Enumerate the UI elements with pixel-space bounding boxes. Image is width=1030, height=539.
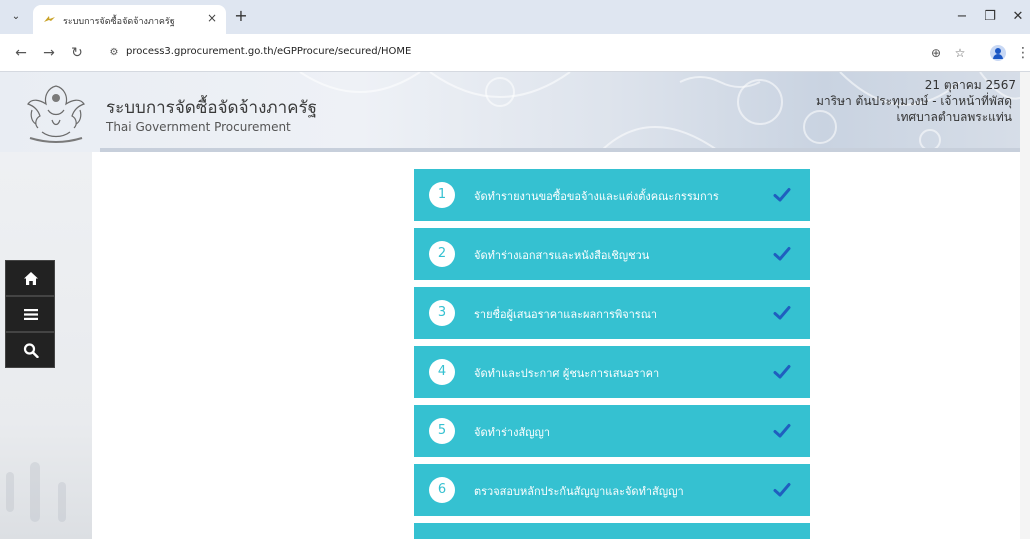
step-label: ตรวจสอบหลักประกันสัญญาและจัดทำสัญญา	[474, 485, 684, 498]
browser-toolbar: ← → ↻ ⚙ process3.gprocurement.go.th/eGPP…	[0, 34, 1030, 72]
step-number: 4	[429, 359, 455, 385]
garuda-favicon-icon	[44, 16, 55, 22]
step-label: จัดทำร่างสัญญา	[474, 426, 551, 439]
left-panel	[0, 152, 92, 539]
window-minimize-button[interactable]: −	[952, 8, 972, 26]
browser-menu-icon[interactable]: ⋮	[1016, 44, 1030, 62]
site-info-icon[interactable]: ⚙	[106, 45, 122, 61]
site-title: ระบบการจัดซื้อจัดจ้างภาครัฐ	[106, 98, 318, 118]
search-button[interactable]	[5, 332, 55, 368]
procurement-step-3[interactable]: 3 รายชื่อผู้เสนอราคาและผลการพิจารณา	[414, 287, 810, 339]
new-tab-button[interactable]: +	[233, 8, 249, 24]
check-icon	[773, 306, 791, 320]
check-icon	[773, 247, 791, 261]
url-text[interactable]: process3.gprocurement.go.th/eGPProcure/s…	[126, 46, 411, 57]
step-number: 6	[429, 477, 455, 503]
procurement-step-7-partial[interactable]	[414, 523, 810, 539]
step-number: 3	[429, 300, 455, 326]
step-label: จัดทำร่างเอกสารและหนังสือเชิญชวน	[474, 249, 650, 262]
profile-avatar-icon[interactable]	[990, 45, 1006, 61]
procurement-step-5[interactable]: 5 จัดทำร่างสัญญา	[414, 405, 810, 457]
procurement-step-6[interactable]: 6 ตรวจสอบหลักประกันสัญญาและจัดทำสัญญา	[414, 464, 810, 516]
page-scrollbar[interactable]	[1020, 72, 1030, 539]
bookmark-star-icon[interactable]: ☆	[952, 45, 968, 61]
main-content: 1 จัดทำรายงานขอซื้อขอจ้างและแต่งตั้งคณะก…	[92, 152, 1030, 539]
tab-title: ระบบการจัดซื้อจัดจ้างภาครัฐ	[63, 17, 175, 27]
browser-tabstrip: ⌄ ระบบการจัดซื้อจัดจ้างภาครัฐ × + − ❐ ✕	[0, 0, 1030, 34]
check-icon	[773, 188, 791, 202]
check-icon	[773, 365, 791, 379]
step-number: 2	[429, 241, 455, 267]
step-label: จัดทำรายงานขอซื้อขอจ้างและแต่งตั้งคณะกรร…	[474, 190, 719, 203]
menu-button[interactable]	[5, 296, 55, 332]
decorative-pattern	[6, 462, 66, 522]
procurement-step-1[interactable]: 1 จัดทำรายงานขอซื้อขอจ้างและแต่งตั้งคณะก…	[414, 169, 810, 221]
step-label: จัดทำและประกาศ ผู้ชนะการเสนอราคา	[474, 367, 660, 380]
tab-close-icon[interactable]: ×	[205, 11, 219, 25]
step-number: 1	[429, 182, 455, 208]
user-organization: เทศบาลตำบลพระแท่น	[896, 110, 1013, 124]
home-button[interactable]	[5, 260, 55, 296]
procurement-step-4[interactable]: 4 จัดทำและประกาศ ผู้ชนะการเสนอราคา	[414, 346, 810, 398]
address-bar[interactable]: ⚙ process3.gprocurement.go.th/eGPProcure…	[100, 40, 970, 66]
menu-icon	[24, 309, 38, 320]
check-icon	[773, 483, 791, 497]
check-icon	[773, 424, 791, 438]
back-arrow-icon[interactable]: ←	[12, 44, 30, 62]
home-icon	[24, 272, 38, 285]
step-label: รายชื่อผู้เสนอราคาและผลการพิจารณา	[474, 308, 658, 321]
reload-icon[interactable]: ↻	[68, 44, 86, 62]
browser-tab[interactable]: ระบบการจัดซื้อจัดจ้างภาครัฐ ×	[33, 5, 226, 34]
window-close-button[interactable]: ✕	[1008, 8, 1028, 26]
zoom-icon[interactable]: ⊕	[928, 45, 944, 61]
garuda-emblem-logo	[27, 85, 85, 143]
site-header: ระบบการจัดซื้อจัดจ้างภาครัฐ Thai Governm…	[0, 72, 1030, 152]
search-icon	[23, 343, 39, 358]
tab-search-button[interactable]: ⌄	[8, 9, 24, 25]
site-subtitle: Thai Government Procurement	[106, 120, 291, 134]
forward-arrow-icon[interactable]: →	[40, 44, 58, 62]
procurement-step-2[interactable]: 2 จัดทำร่างเอกสารและหนังสือเชิญชวน	[414, 228, 810, 280]
window-restore-button[interactable]: ❐	[980, 8, 1000, 26]
step-number: 5	[429, 418, 455, 444]
